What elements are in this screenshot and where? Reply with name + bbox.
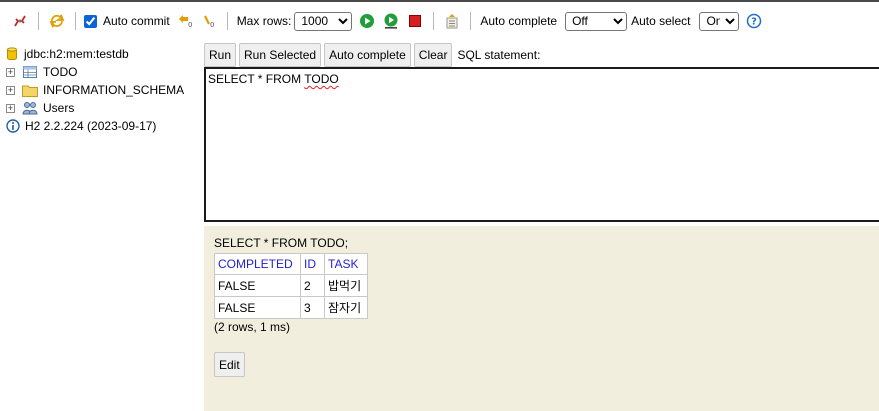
table-cell: FALSE xyxy=(214,274,301,297)
toolbar-separator xyxy=(226,12,228,30)
clear-button[interactable]: Clear xyxy=(413,43,453,67)
toolbar-separator xyxy=(38,12,39,30)
svg-text:0: 0 xyxy=(188,21,192,29)
toolbar-separator xyxy=(75,12,76,30)
max-rows-label: Max rows: xyxy=(236,14,292,28)
result-info: (2 rows, 1 ms) xyxy=(214,320,291,334)
table-cell: FALSE xyxy=(214,296,301,319)
toolbar-separator xyxy=(433,12,435,30)
sql-text: SELECT * FROM xyxy=(208,72,305,86)
disconnect-icon[interactable] xyxy=(11,12,29,30)
auto-commit-label: Auto commit xyxy=(103,14,170,28)
tree-item-label: INFORMATION_SCHEMA xyxy=(43,83,185,97)
table-header-row: COMPLETED ID TASK xyxy=(214,253,368,275)
tree-item-users[interactable]: + Users xyxy=(6,99,74,117)
table-cell: 잠자기 xyxy=(324,296,368,319)
folder-icon xyxy=(22,82,38,98)
rollback-icon[interactable]: 0 xyxy=(200,12,218,30)
run-selected-icon[interactable] xyxy=(382,12,400,30)
auto-commit-checkbox[interactable] xyxy=(84,14,97,28)
connection-url: jdbc:h2:mem:testdb xyxy=(24,47,129,61)
auto-complete-select[interactable]: Off xyxy=(565,11,628,31)
object-tree: jdbc:h2:mem:testdb + TODO + INFORMATION_… xyxy=(0,40,202,411)
table-row: FALSE 3 잠자기 xyxy=(214,296,368,319)
table-icon xyxy=(22,64,38,80)
auto-complete-label: Auto complete xyxy=(480,14,558,28)
toolbar-separator xyxy=(470,12,472,30)
tree-item-todo[interactable]: + TODO xyxy=(6,63,77,81)
sql-button-bar: Run Run Selected Auto complete Clear SQL… xyxy=(204,43,540,67)
sql-editor[interactable]: SELECT * FROM TODO xyxy=(204,67,879,222)
sql-text-misspelled: TODO xyxy=(304,72,339,86)
auto-select-label: Auto select xyxy=(631,14,691,28)
expand-icon[interactable]: + xyxy=(6,67,15,77)
table-row: FALSE 2 밥먹기 xyxy=(214,274,368,297)
tree-version: H2 2.2.224 (2023-09-17) xyxy=(6,117,156,135)
table-cell: 3 xyxy=(300,296,325,319)
svg-text:0: 0 xyxy=(210,21,214,29)
sql-statement-label: SQL statement: xyxy=(457,48,541,62)
run-button[interactable]: Run xyxy=(204,43,237,67)
sql-panel: Run Run Selected Auto complete Clear SQL… xyxy=(202,40,879,225)
tree-connection[interactable]: jdbc:h2:mem:testdb xyxy=(6,45,129,63)
database-icon xyxy=(6,46,18,62)
run-selected-button[interactable]: Run Selected xyxy=(239,43,322,67)
help-icon[interactable]: ? xyxy=(745,12,763,30)
column-header[interactable]: COMPLETED xyxy=(214,253,301,275)
history-icon[interactable] xyxy=(443,12,461,30)
users-icon xyxy=(22,100,38,116)
refresh-icon[interactable] xyxy=(48,12,66,30)
commit-icon[interactable]: 0 xyxy=(176,12,194,30)
tree-item-information-schema[interactable]: + INFORMATION_SCHEMA xyxy=(6,81,184,99)
edit-button[interactable]: Edit xyxy=(214,352,245,377)
max-rows-select[interactable]: 1000 xyxy=(294,11,353,31)
svg-text:?: ? xyxy=(752,17,758,28)
tree-item-label: TODO xyxy=(43,65,78,79)
column-header[interactable]: TASK xyxy=(324,253,368,275)
toolbar: Auto commit 0 0 Max rows: 1000 Auto comp… xyxy=(0,0,879,40)
tree-item-label: Users xyxy=(43,101,75,115)
expand-icon[interactable]: + xyxy=(6,85,15,95)
result-query: SELECT * FROM TODO; xyxy=(214,236,349,250)
info-icon xyxy=(6,118,20,134)
run-icon[interactable] xyxy=(358,12,376,30)
version-text: H2 2.2.224 (2023-09-17) xyxy=(25,119,157,133)
auto-complete-button[interactable]: Auto complete xyxy=(324,43,411,67)
stop-icon[interactable] xyxy=(406,12,424,30)
expand-icon[interactable]: + xyxy=(6,103,15,113)
table-cell: 밥먹기 xyxy=(324,274,368,297)
table-cell: 2 xyxy=(300,274,325,297)
result-panel: SELECT * FROM TODO; COMPLETED ID TASK FA… xyxy=(204,226,879,411)
auto-select-select[interactable]: On xyxy=(699,11,740,31)
result-table: COMPLETED ID TASK FALSE 2 밥먹기 FALSE 3 잠자… xyxy=(214,253,368,319)
column-header[interactable]: ID xyxy=(300,253,325,275)
